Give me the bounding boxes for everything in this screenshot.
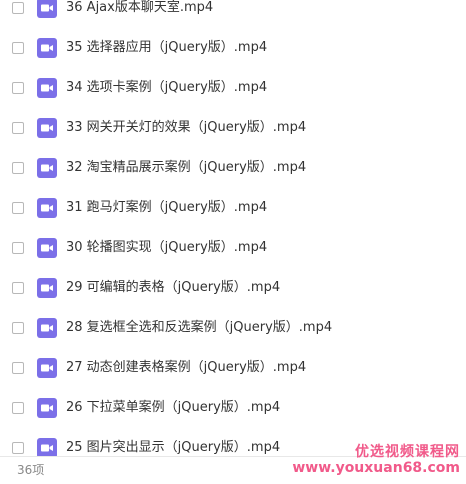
file-name[interactable]: 27 动态创建表格案例（jQuery版）.mp4 <box>66 360 306 376</box>
item-count: 36项 <box>17 463 45 477</box>
file-name[interactable]: 36 Ajax版本聊天室.mp4 <box>66 0 213 16</box>
video-file-icon <box>37 398 57 418</box>
file-row[interactable]: 29 可编辑的表格（jQuery版）.mp4 <box>0 269 466 309</box>
file-list: 36 Ajax版本聊天室.mp4 35 选择器应用（jQuery版）.mp4 34 … <box>0 0 466 456</box>
file-name[interactable]: 35 选择器应用（jQuery版）.mp4 <box>66 40 267 56</box>
footer-bar: 36项 <box>0 456 466 484</box>
row-checkbox[interactable] <box>12 442 24 454</box>
file-row[interactable]: 34 选项卡案例（jQuery版）.mp4 <box>0 69 466 109</box>
video-file-icon <box>37 38 57 58</box>
file-row[interactable]: 26 下拉菜单案例（jQuery版）.mp4 <box>0 389 466 429</box>
file-row[interactable]: 35 选择器应用（jQuery版）.mp4 <box>0 29 466 69</box>
row-checkbox[interactable] <box>12 242 24 254</box>
file-name[interactable]: 25 图片突出显示（jQuery版）.mp4 <box>66 440 280 456</box>
row-checkbox[interactable] <box>12 282 24 294</box>
file-name[interactable]: 28 复选框全选和反选案例（jQuery版）.mp4 <box>66 320 332 336</box>
row-checkbox[interactable] <box>12 322 24 334</box>
video-file-icon <box>37 358 57 378</box>
file-row[interactable]: 33 网关开关灯的效果（jQuery版）.mp4 <box>0 109 466 149</box>
file-row[interactable]: 31 跑马灯案例（jQuery版）.mp4 <box>0 189 466 229</box>
file-name[interactable]: 33 网关开关灯的效果（jQuery版）.mp4 <box>66 120 306 136</box>
row-checkbox[interactable] <box>12 202 24 214</box>
video-file-icon <box>37 198 57 218</box>
row-checkbox[interactable] <box>12 82 24 94</box>
video-file-icon <box>37 318 57 338</box>
video-file-icon <box>37 278 57 298</box>
file-name[interactable]: 29 可编辑的表格（jQuery版）.mp4 <box>66 280 280 296</box>
file-row[interactable]: 25 图片突出显示（jQuery版）.mp4 <box>0 429 466 456</box>
video-file-icon <box>37 118 57 138</box>
video-file-icon <box>37 78 57 98</box>
file-row[interactable]: 36 Ajax版本聊天室.mp4 <box>0 0 466 29</box>
row-checkbox[interactable] <box>12 42 24 54</box>
file-name[interactable]: 30 轮播图实现（jQuery版）.mp4 <box>66 240 267 256</box>
file-name[interactable]: 26 下拉菜单案例（jQuery版）.mp4 <box>66 400 280 416</box>
video-file-icon <box>37 238 57 258</box>
file-name[interactable]: 32 淘宝精品展示案例（jQuery版）.mp4 <box>66 160 306 176</box>
file-browser: 36 Ajax版本聊天室.mp4 35 选择器应用（jQuery版）.mp4 34 … <box>0 0 466 484</box>
file-row[interactable]: 27 动态创建表格案例（jQuery版）.mp4 <box>0 349 466 389</box>
video-file-icon <box>37 158 57 178</box>
file-name[interactable]: 34 选项卡案例（jQuery版）.mp4 <box>66 80 267 96</box>
file-row[interactable]: 30 轮播图实现（jQuery版）.mp4 <box>0 229 466 269</box>
video-file-icon <box>37 0 57 18</box>
file-row[interactable]: 28 复选框全选和反选案例（jQuery版）.mp4 <box>0 309 466 349</box>
row-checkbox[interactable] <box>12 2 24 14</box>
row-checkbox[interactable] <box>12 402 24 414</box>
row-checkbox[interactable] <box>12 362 24 374</box>
row-checkbox[interactable] <box>12 122 24 134</box>
file-row[interactable]: 32 淘宝精品展示案例（jQuery版）.mp4 <box>0 149 466 189</box>
video-file-icon <box>37 438 57 456</box>
file-name[interactable]: 31 跑马灯案例（jQuery版）.mp4 <box>66 200 267 216</box>
row-checkbox[interactable] <box>12 162 24 174</box>
